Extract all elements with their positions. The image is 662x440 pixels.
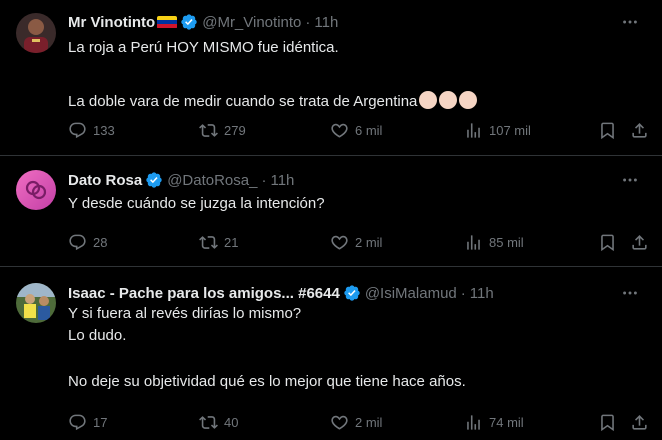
share-button[interactable] — [630, 412, 655, 432]
views-count: 107 mil — [489, 122, 531, 138]
bookmark-icon — [601, 414, 614, 431]
handle[interactable]: @DatoRosa_ — [167, 172, 257, 189]
bookmark-button[interactable] — [598, 120, 623, 140]
like-button[interactable]: 6 mil — [330, 120, 382, 140]
tweet-1[interactable]: Mr Vinotinto @Mr_Vinotinto · 11h La roja… — [0, 0, 662, 155]
views-count: 74 mil — [489, 414, 524, 430]
tweet-2[interactable]: Dato Rosa @DatoRosa_ · 11h Y desde cuánd… — [0, 156, 662, 266]
separator: · — [460, 284, 466, 302]
share-button[interactable] — [630, 120, 655, 140]
avatar[interactable] — [16, 170, 56, 210]
reply-icon — [69, 414, 86, 430]
clapping-hands-icon — [459, 91, 478, 109]
venezuela-flag-icon — [157, 15, 178, 29]
reply-icon — [69, 122, 86, 138]
reply-count: 133 — [93, 122, 115, 138]
views-icon — [467, 414, 480, 430]
timestamp[interactable]: 11h — [470, 285, 494, 302]
reply-icon — [69, 234, 86, 250]
verified-badge-icon — [180, 13, 198, 31]
separator: · — [261, 171, 267, 189]
more-options-icon[interactable] — [620, 283, 640, 303]
text-line: Y desde cuándo se juzga la intención? — [68, 195, 325, 212]
like-button[interactable]: 2 mil — [330, 232, 382, 252]
share-icon — [632, 234, 647, 250]
bookmark-icon — [601, 234, 614, 251]
like-button[interactable]: 2 mil — [330, 412, 382, 432]
clapping-hands-icon — [419, 91, 438, 109]
share-icon — [632, 122, 647, 138]
repost-button[interactable]: 21 — [199, 232, 238, 252]
views-icon — [467, 122, 480, 138]
repost-icon — [199, 415, 218, 429]
verified-badge-icon — [343, 284, 361, 302]
repost-count: 21 — [224, 234, 239, 250]
heart-icon — [331, 235, 348, 250]
display-name[interactable]: Mr Vinotinto — [68, 14, 155, 31]
like-count: 2 mil — [355, 234, 383, 250]
bookmark-button[interactable] — [598, 412, 623, 432]
avatar[interactable] — [16, 283, 56, 323]
repost-icon — [199, 123, 218, 137]
heart-icon — [331, 415, 348, 430]
timestamp[interactable]: 11h — [270, 172, 294, 189]
repost-count: 40 — [224, 414, 239, 430]
like-count: 2 mil — [355, 414, 383, 430]
text-line: Lo dudo. — [68, 327, 127, 344]
repost-button[interactable]: 40 — [199, 412, 238, 432]
clapping-hands-icon — [439, 91, 458, 109]
repost-count: 279 — [224, 122, 246, 138]
views-button[interactable]: 107 mil — [464, 120, 531, 140]
verified-badge-icon — [145, 171, 163, 189]
share-icon — [632, 414, 647, 430]
reply-button[interactable]: 17 — [68, 412, 107, 432]
tweet-text: La roja a Perú HOY MISMO fue idéntica. L… — [68, 38, 646, 111]
like-count: 6 mil — [355, 122, 383, 138]
text-line: La roja a Perú HOY MISMO fue idéntica. — [68, 39, 339, 56]
tweet-3[interactable]: Isaac - Pache para los amigos... #6644 @… — [0, 267, 662, 440]
handle[interactable]: @Mr_Vinotinto — [202, 14, 301, 31]
display-name[interactable]: Isaac - Pache para los amigos... #6644 — [68, 285, 340, 302]
views-button[interactable]: 74 mil — [464, 412, 524, 432]
reply-count: 17 — [93, 414, 108, 430]
repost-icon — [199, 235, 218, 249]
reply-button[interactable]: 28 — [68, 232, 107, 252]
timestamp[interactable]: 11h — [314, 14, 338, 31]
repost-button[interactable]: 279 — [199, 120, 246, 140]
heart-icon — [331, 123, 348, 138]
text-line — [68, 58, 646, 78]
more-options-icon[interactable] — [620, 170, 640, 190]
more-options-icon[interactable] — [620, 12, 640, 32]
tweet-text: Y desde cuándo se juzga la intención? — [68, 194, 646, 214]
tweet-text: Y si fuera al revés dirías lo mismo? Lo … — [68, 304, 646, 392]
text-line: Y si fuera al revés dirías lo mismo? — [68, 305, 302, 322]
text-line: La doble vara de medir cuando se trata d… — [68, 91, 646, 111]
separator: · — [305, 13, 311, 31]
share-button[interactable] — [630, 232, 655, 252]
handle[interactable]: @IsiMalamud — [365, 285, 457, 302]
bookmark-button[interactable] — [598, 232, 623, 252]
display-name[interactable]: Dato Rosa — [68, 172, 142, 189]
views-icon — [467, 234, 480, 250]
text-line — [68, 346, 646, 366]
reply-count: 28 — [93, 234, 108, 250]
bookmark-icon — [601, 122, 614, 139]
text-line: No deje su objetividad qué es lo mejor q… — [68, 373, 466, 390]
avatar[interactable] — [16, 13, 56, 53]
views-count: 85 mil — [489, 234, 524, 250]
views-button[interactable]: 85 mil — [464, 232, 524, 252]
reply-button[interactable]: 133 — [68, 120, 115, 140]
